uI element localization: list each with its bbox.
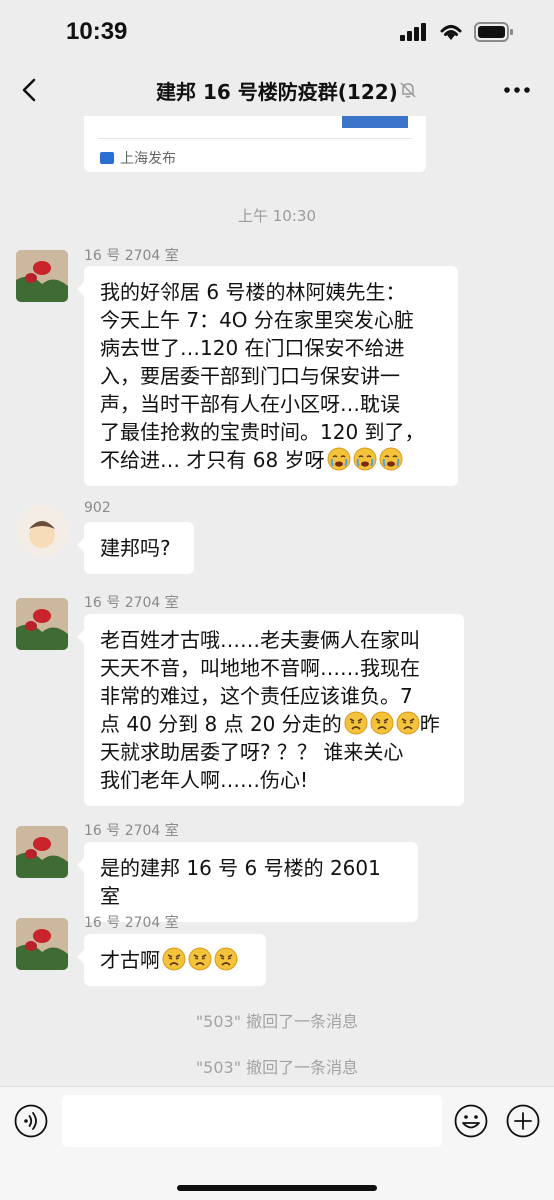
message-bubble[interactable]: 才古啊 <box>77 934 266 986</box>
message-line: 建邦吗? <box>100 536 171 560</box>
flower-avatar-image <box>16 918 68 970</box>
avatar[interactable] <box>16 598 68 650</box>
message-line: 非常的难过，这个责任应该谁负。7 <box>100 684 413 708</box>
sender-name: 16 号 2704 室 <box>84 823 179 839</box>
message-line: 不给进… 才只有 68 岁呀 <box>100 446 442 474</box>
flower-avatar-image <box>16 826 68 878</box>
avatar[interactable] <box>16 505 68 557</box>
message-bubble[interactable]: 我的好邻居 6 号楼的林阿姨先生： 今天上午 7：4O 分在家里突发心脏 病去世… <box>77 266 458 486</box>
status-time: 10:39 <box>66 18 128 45</box>
message-input[interactable] <box>62 1095 442 1147</box>
crying-emoji <box>327 447 351 471</box>
child-avatar-image <box>16 505 68 557</box>
battery-icon <box>474 22 513 42</box>
status-bar: 10:39 <box>0 0 554 64</box>
message-line: 天就求助居委了呀? ？？ 谁来关心 <box>100 740 404 764</box>
message-text: 点 40 分到 8 点 20 分走的 <box>100 712 342 736</box>
angry-emoji <box>162 947 186 971</box>
sender-name: 16 号 2704 室 <box>84 595 179 611</box>
crying-emoji <box>379 447 403 471</box>
recall-notice: "503" 撤回了一条消息 <box>195 1058 359 1077</box>
message-line: 入，要居委干部到门口与保安讲一 <box>100 364 400 388</box>
sender-name: 16 号 2704 室 <box>84 248 179 264</box>
emoji-button[interactable] <box>454 1104 488 1138</box>
article-thumbnail <box>342 116 408 128</box>
angry-emoji <box>214 947 238 971</box>
signal-icon <box>400 23 426 41</box>
flower-avatar-image <box>16 598 68 650</box>
message-bubble[interactable]: 建邦吗? <box>77 522 194 574</box>
angry-emoji <box>370 711 394 735</box>
message-text: 才古啊 <box>100 948 160 972</box>
avatar[interactable] <box>16 826 68 878</box>
crying-emoji <box>353 447 377 471</box>
sender-name: 16 号 2704 室 <box>84 915 179 931</box>
message-line: 老百姓才古哦……老夫妻俩人在家叫 <box>100 628 420 652</box>
voice-button[interactable] <box>14 1104 48 1138</box>
message-bubble[interactable]: 是的建邦 16 号 6 号楼的 2601 室 <box>77 842 418 922</box>
message-bubble[interactable]: 老百姓才古哦……老夫妻俩人在家叫 天天不音，叫地地不音啊……我现在 非常的难过，… <box>77 614 464 806</box>
home-indicator <box>177 1185 377 1191</box>
angry-emoji <box>396 711 420 735</box>
card-divider <box>98 138 412 139</box>
message-text: 昨 <box>419 712 440 736</box>
back-button[interactable] <box>14 72 48 108</box>
more-button[interactable] <box>500 78 534 102</box>
message-line: 我的好邻居 6 号楼的林阿姨先生： <box>100 280 406 304</box>
flower-avatar-image <box>16 250 68 302</box>
article-source: 上海发布 <box>120 151 176 167</box>
message-line: 是的建邦 16 号 6 号楼的 2601 室 <box>100 856 381 908</box>
message-line: 我们老年人啊……伤心! <box>100 768 309 792</box>
message-line: 才古啊 <box>100 946 250 974</box>
shared-article-card[interactable]: 上海发布 <box>84 116 426 172</box>
message-line: 病去世了…120 在门口保安不给进 <box>100 336 405 360</box>
input-bar <box>0 1086 554 1200</box>
chat-title: 建邦 16 号楼防疫群(122) <box>156 80 398 104</box>
message-line: 声，当时干部有人在小区呀…耽误 <box>100 392 400 416</box>
recall-notice: "503" 撤回了一条消息 <box>195 1012 359 1031</box>
bell-off-icon <box>400 82 416 98</box>
angry-emoji <box>188 947 212 971</box>
sender-name: 902 <box>84 500 111 516</box>
avatar[interactable] <box>16 250 68 302</box>
message-line: 天天不音，叫地地不音啊……我现在 <box>100 656 420 680</box>
message-line: 点 40 分到 8 点 20 分走的 昨 <box>100 710 448 738</box>
message-line: 今天上午 7：4O 分在家里突发心脏 <box>100 308 414 332</box>
message-line: 了最佳抢救的宝贵时间。120 到了， <box>100 420 425 444</box>
nav-bar: 建邦 16 号楼防疫群(122) <box>0 64 554 116</box>
wifi-icon <box>440 25 462 40</box>
angry-emoji <box>344 711 368 735</box>
message-timestamp: 上午 10:30 <box>238 207 316 225</box>
avatar[interactable] <box>16 918 68 970</box>
message-text: 不给进… 才只有 68 岁呀 <box>100 448 325 472</box>
source-icon <box>100 152 114 164</box>
plus-button[interactable] <box>506 1104 540 1138</box>
status-icons <box>400 22 514 42</box>
